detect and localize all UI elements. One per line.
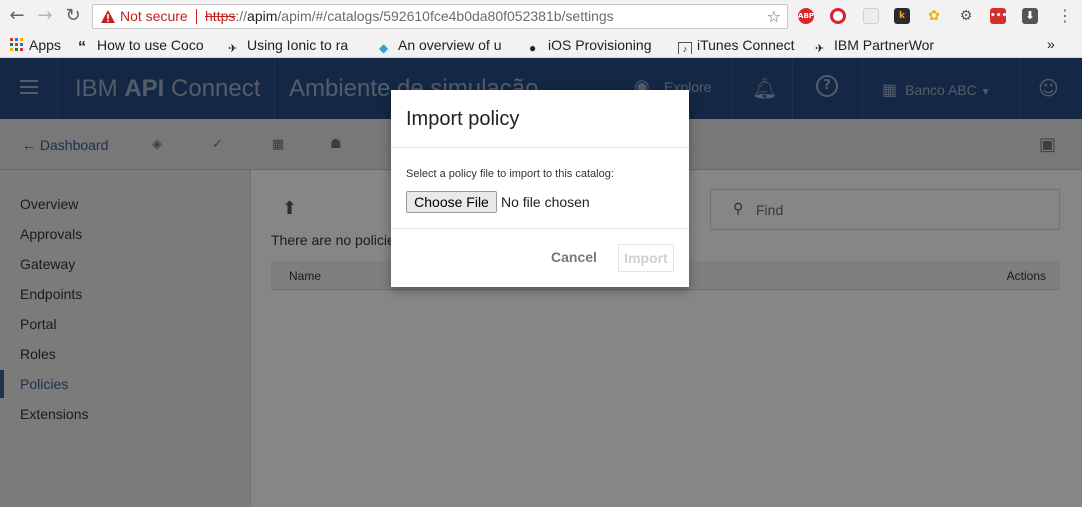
film-extension-icon[interactable]: ⚙	[958, 8, 974, 24]
ibm-icon: ✈	[815, 43, 825, 54]
bookmark-overview[interactable]: ◆ An overview of u	[379, 36, 514, 54]
bookmark-label: iOS Provisioning	[548, 37, 652, 53]
bookmark-coco[interactable]: “ How to use Coco	[78, 36, 214, 54]
quote-icon: “	[78, 39, 86, 55]
bookmark-ionic[interactable]: ✈ Using Ionic to ra	[228, 36, 365, 54]
adblock-extension-label: ABP	[798, 12, 814, 20]
dialog-divider	[391, 147, 689, 148]
security-label[interactable]: Not secure	[120, 5, 188, 28]
apps-grid-icon	[10, 38, 23, 51]
address-separator	[196, 9, 197, 24]
file-status: No file chosen	[501, 194, 590, 210]
cancel-button[interactable]: Cancel	[551, 249, 597, 265]
bookmark-label: iTunes Connect	[697, 37, 795, 53]
bookmark-label: An overview of u	[398, 37, 502, 53]
dialog-title: Import policy	[406, 108, 520, 130]
bookmark-label: IBM PartnerWor	[834, 37, 935, 53]
ionic-icon: ✈	[228, 43, 238, 54]
url-text[interactable]: https://apim/apim/#/catalogs/592610fce4b…	[205, 5, 614, 28]
blank-extension-icon[interactable]	[863, 8, 879, 24]
browser-menu-icon[interactable]: ⋮	[1057, 6, 1073, 25]
import-policy-dialog: Import policy Select a policy file to im…	[391, 90, 689, 287]
bookmark-label: Apps	[29, 37, 61, 53]
browser-toolbar: ← → ↻ Not secure https://apim/apim/#/cat…	[0, 0, 1082, 32]
bookmarks-overflow-button[interactable]: »	[1047, 36, 1055, 52]
address-bar[interactable]: Not secure https://apim/apim/#/catalogs/…	[92, 4, 788, 29]
bookmark-star-icon[interactable]: ☆	[767, 5, 781, 28]
back-arrow-icon[interactable]: ←	[6, 5, 28, 27]
bookmark-label: Using Ionic to ra	[247, 37, 349, 53]
choose-file-button[interactable]: Choose File	[406, 191, 497, 213]
import-button[interactable]: Import	[618, 244, 674, 272]
dots-extension-icon[interactable]: •••	[990, 8, 1007, 24]
itunes-icon: ♪	[678, 42, 692, 54]
apple-icon: ●	[529, 41, 537, 54]
adblock-extension-icon[interactable]: ABP	[798, 8, 814, 24]
url-path: /apim/#/catalogs/592610fce4b0da80f052381…	[277, 8, 614, 24]
bookmark-ibm[interactable]: ✈ IBM PartnerWor	[815, 36, 951, 54]
dialog-divider	[391, 228, 689, 229]
reload-icon[interactable]: ↻	[62, 5, 84, 27]
opera-extension-icon[interactable]	[830, 8, 846, 24]
url-host: apim	[247, 8, 278, 24]
puzzle-extension-icon[interactable]: ✿	[926, 8, 942, 24]
cube-icon: ◆	[379, 41, 389, 54]
bookmark-ios[interactable]: ● iOS Provisioning	[529, 36, 663, 54]
bookmarks-bar: Apps “ How to use Coco ✈ Using Ionic to ra…	[0, 32, 1082, 58]
download-extension-icon[interactable]: ⬇	[1022, 8, 1038, 24]
bookmark-label: How to use Coco	[97, 37, 204, 53]
k-extension-icon[interactable]: k	[894, 8, 910, 24]
forward-arrow-icon[interactable]: →	[34, 5, 56, 27]
warning-icon	[101, 10, 115, 23]
dialog-prompt: Select a policy file to import to this c…	[406, 168, 614, 180]
url-scheme-separator: ://	[235, 8, 248, 24]
url-scheme: https	[205, 8, 236, 24]
bookmark-itunes[interactable]: ♪ iTunes Connect	[678, 36, 806, 54]
bookmark-apps[interactable]: Apps	[10, 36, 61, 54]
